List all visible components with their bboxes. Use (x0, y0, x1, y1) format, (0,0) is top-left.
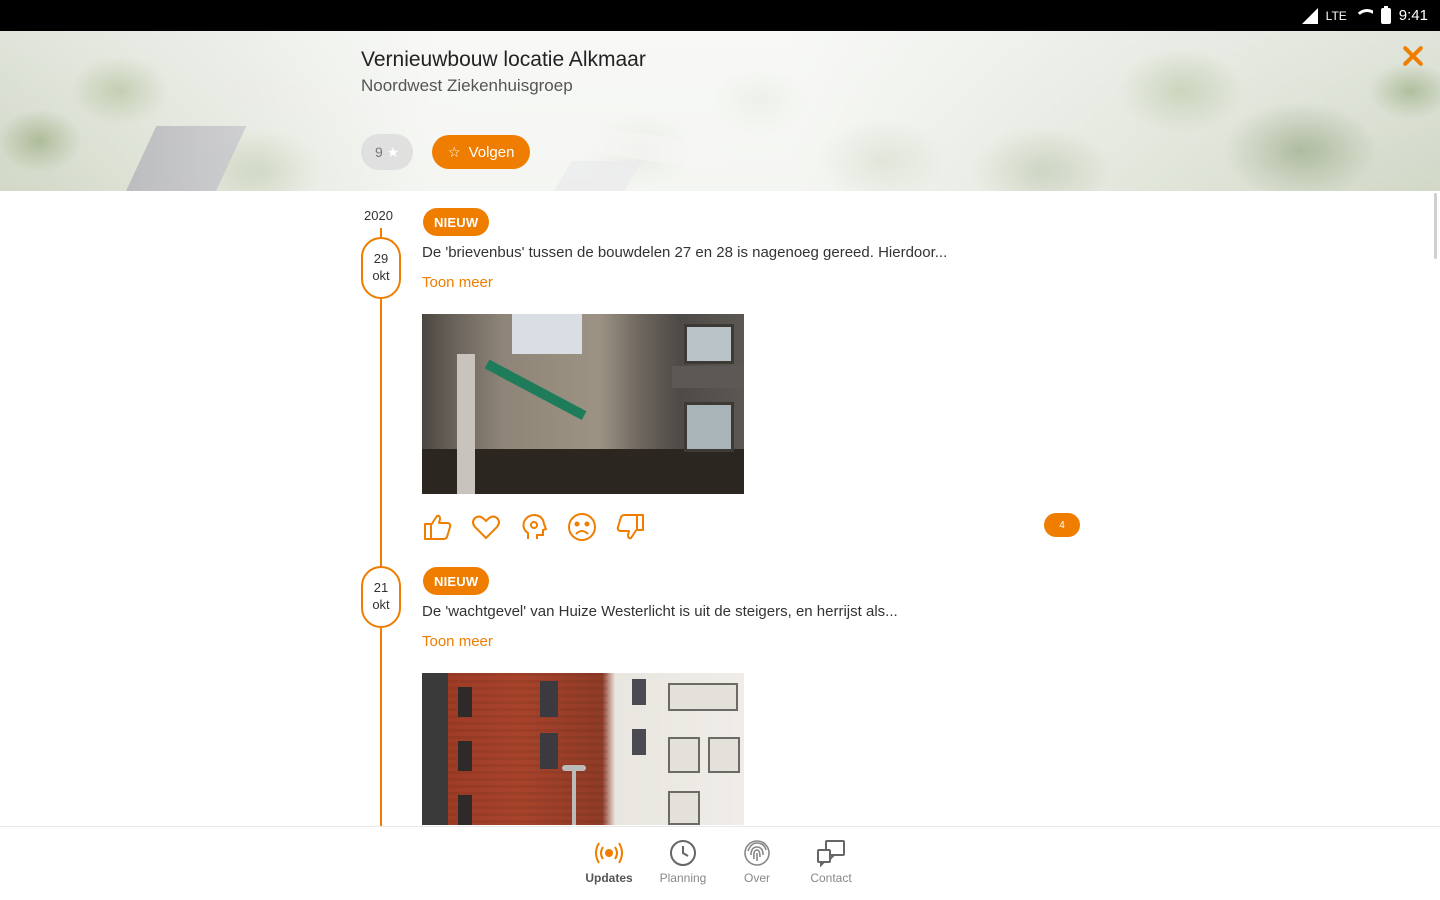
followers-count-value: 9 (375, 144, 383, 160)
show-more-link[interactable]: Toon meer (422, 274, 493, 291)
close-button[interactable] (1400, 43, 1426, 69)
nav-label: Updates (585, 871, 633, 885)
star-icon: ★ (386, 143, 400, 160)
date-day: 21 (373, 580, 389, 595)
contact-icon (817, 840, 845, 867)
nav-updates[interactable]: Updates (582, 839, 636, 900)
timeline-year: 2020 (364, 208, 393, 223)
signal-icon (1301, 7, 1318, 24)
nav-planning[interactable]: Planning (656, 839, 710, 900)
status-bar: LTE 9:41 (0, 0, 1440, 31)
nav-contact[interactable]: Contact (804, 839, 858, 900)
fingerprint-icon (744, 840, 770, 866)
project-subtitle: Noordwest Ziekenhuisgroep (361, 76, 573, 95)
network-type: LTE (1325, 8, 1347, 23)
date-badge: 29 okt (361, 237, 401, 299)
broadcast-icon (595, 842, 623, 864)
timeline-line (380, 228, 382, 826)
date-month: okt (372, 268, 390, 283)
reaction-count-badge: 4 (1044, 513, 1080, 537)
show-more-link[interactable]: Toon meer (422, 633, 493, 650)
new-tag: NIEUW (423, 208, 490, 236)
heart-icon[interactable] (470, 511, 502, 543)
battery-icon (1380, 5, 1391, 24)
follow-button-label: Volgen (468, 143, 515, 161)
thumbs-down-icon[interactable] (614, 511, 646, 543)
post-photo[interactable] (422, 314, 744, 494)
post-text: De 'brievenbus' tussen de bouwdelen 27 e… (422, 244, 948, 261)
date-badge: 21 okt (361, 566, 401, 628)
reaction-bar (422, 511, 646, 543)
thumbs-up-icon[interactable] (422, 511, 454, 543)
nav-label: Planning (659, 871, 707, 885)
date-month: okt (372, 597, 390, 612)
wifi-icon (1355, 9, 1373, 23)
project-header: Vernieuwbouw locatie Alkmaar Noordwest Z… (0, 31, 1440, 191)
bottom-navigation: Updates Planning Over Contact (0, 826, 1440, 900)
followers-count: 9 ★ (361, 134, 414, 170)
post-photo[interactable] (422, 673, 744, 825)
scrollbar[interactable] (1434, 193, 1437, 259)
star-outline-icon: ☆ (448, 143, 461, 160)
date-day: 29 (373, 251, 389, 266)
new-tag: NIEUW (423, 567, 490, 595)
clock-icon (670, 840, 696, 866)
sad-face-icon[interactable] (566, 511, 598, 543)
nav-label: Over (743, 871, 770, 885)
post-text: De 'wachtgevel' van Huize Westerlicht is… (422, 603, 898, 620)
updates-timeline[interactable]: 2020 29 okt NIEUW De 'brievenbus' tussen… (0, 191, 1440, 826)
status-time: 9:41 (1398, 7, 1428, 24)
project-title: Vernieuwbouw locatie Alkmaar (361, 48, 646, 71)
nav-label: Contact (810, 871, 852, 885)
idea-icon[interactable] (518, 511, 550, 543)
follow-button[interactable]: ☆ Volgen (432, 135, 531, 169)
nav-over[interactable]: Over (730, 839, 784, 900)
